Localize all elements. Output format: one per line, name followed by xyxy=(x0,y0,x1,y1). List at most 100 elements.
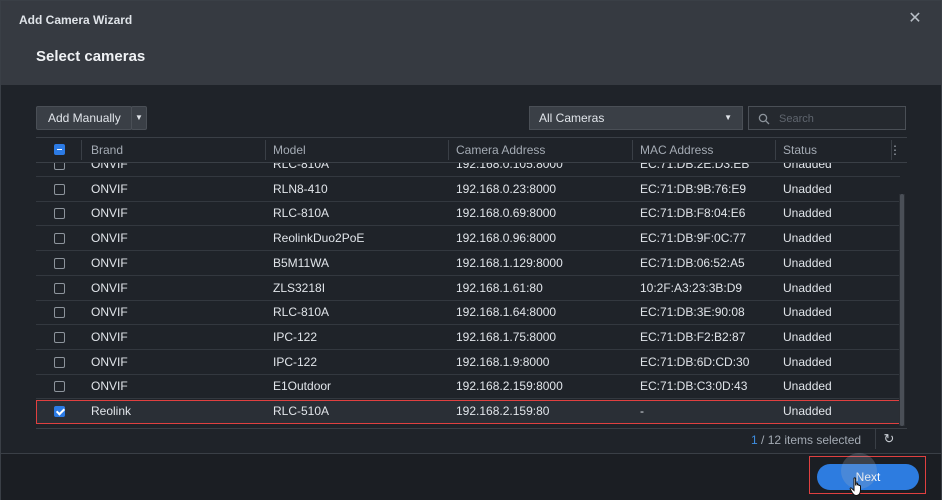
cell-brand: ONVIF xyxy=(91,280,128,295)
cell-camera-address: 192.168.1.61:80 xyxy=(456,280,543,295)
cell-mac-address: EC:71:DB:3E:90:08 xyxy=(640,305,745,320)
table-header: Brand Model Camera Address MAC Address S… xyxy=(36,138,907,163)
cell-status: Unadded xyxy=(783,305,832,320)
selected-count-number: 1 xyxy=(751,433,758,447)
column-divider xyxy=(265,140,266,160)
cell-mac-address: - xyxy=(640,404,644,418)
cell-camera-address: 192.168.2.159:8000 xyxy=(456,379,563,394)
select-all-checkbox[interactable] xyxy=(54,144,65,155)
cell-model: ZLS3218I xyxy=(273,280,326,295)
cell-model: B5M11WA xyxy=(273,255,330,270)
cell-model: RLN8-410 xyxy=(273,181,328,196)
column-header-brand[interactable]: Brand xyxy=(91,138,123,162)
selection-count: 1 / 12 items selected xyxy=(751,433,861,447)
table-row[interactable]: ONVIF RLC-810A 192.168.1.64:8000 EC:71:DB:3… xyxy=(36,301,900,326)
close-icon[interactable]: ✕ xyxy=(907,9,923,29)
cell-model: RLC-810A xyxy=(273,305,330,320)
row-checkbox[interactable] xyxy=(54,208,65,220)
table-footer-divider xyxy=(36,428,907,429)
dialog-footer xyxy=(1,453,941,500)
table-row[interactable]: ONVIF IPC-122 192.168.1.75:8000 EC:71:DB:F2… xyxy=(36,326,900,350)
column-header-model[interactable]: Model xyxy=(273,138,306,162)
cell-brand: ONVIF xyxy=(91,206,128,221)
table-row[interactable]: ONVIF B5M11WA 192.168.1.129:8000 EC:71:DB:0… xyxy=(36,252,900,276)
table-row[interactable]: ONVIF RLC-810A 192.168.0.69:8000 EC:71:DB:F… xyxy=(36,202,900,227)
cell-camera-address: 192.168.1.75:8000 xyxy=(456,329,557,344)
cell-mac-address: EC:71:DB:C3:0D:43 xyxy=(640,379,748,394)
cell-model: RLC-810A xyxy=(273,206,330,221)
search-field[interactable] xyxy=(748,106,906,130)
camera-filter-select[interactable]: All Cameras ▼ xyxy=(529,106,743,130)
cell-mac-address: EC:71:DB:9B:76:E9 xyxy=(640,181,747,196)
cell-brand: ONVIF xyxy=(91,181,128,196)
cell-mac-address: EC:71:DB:F8:04:E6 xyxy=(640,206,746,221)
refresh-icon[interactable]: ↻ xyxy=(875,429,902,449)
table-scrollbar-thumb[interactable] xyxy=(900,194,904,426)
column-header-camera-address[interactable]: Camera Address xyxy=(456,138,545,162)
row-checkbox[interactable] xyxy=(54,307,65,319)
wizard-title: Add Camera Wizard xyxy=(19,13,133,27)
row-checkbox[interactable] xyxy=(54,331,65,343)
selected-count-suffix: / 12 items selected xyxy=(757,433,862,447)
cell-camera-address: 192.168.1.64:8000 xyxy=(456,305,557,320)
table-row[interactable]: ONVIF IPC-122 192.168.1.9:8000 EC:71:DB:6D:… xyxy=(36,351,900,375)
cell-mac-address: EC:71:DB:6D:CD:30 xyxy=(640,354,750,369)
cell-status: Unadded xyxy=(783,404,832,418)
row-checkbox[interactable] xyxy=(54,282,65,294)
cell-camera-address: 192.168.0.69:8000 xyxy=(456,206,557,221)
table-row[interactable]: ONVIF E1Outdoor 192.168.2.159:8000 EC:71:DB… xyxy=(36,375,900,400)
cell-camera-address: 192.168.1.129:8000 xyxy=(456,255,563,270)
cell-status: Unadded xyxy=(783,379,832,394)
column-header-status[interactable]: Status xyxy=(783,138,817,162)
cell-brand: ONVIF xyxy=(91,354,128,369)
caret-down-icon: ▼ xyxy=(135,113,143,122)
cell-camera-address: 192.168.1.9:8000 xyxy=(456,354,550,369)
cell-status: Unadded xyxy=(783,329,832,344)
table-row[interactable]: ONVIF ZLS3218I 192.168.1.61:80 10:2F:A3:23:… xyxy=(36,277,900,301)
cell-model: E1Outdoor xyxy=(273,379,332,394)
table-row[interactable]: ONVIF RLN8-410 192.168.0.23:8000 EC:71:DB:9… xyxy=(36,178,900,202)
cell-mac-address: EC:71:DB:F2:B2:87 xyxy=(640,329,746,344)
row-checkbox[interactable] xyxy=(54,381,65,393)
cell-brand: ONVIF xyxy=(91,255,128,270)
cell-status: Unadded xyxy=(783,255,832,270)
cell-mac-address: EC:71:DB:9F:0C:77 xyxy=(640,231,747,246)
camera-table: ONVIF RLC-810A 192.168.0.105:8000 EC:71:DB:… xyxy=(36,137,907,428)
add-manually-dropdown-caret[interactable]: ▼ xyxy=(131,106,147,130)
cell-brand: ONVIF xyxy=(91,231,128,246)
step-title: Select cameras xyxy=(36,48,146,65)
column-divider xyxy=(448,140,449,160)
row-checkbox[interactable] xyxy=(54,183,65,195)
cell-brand: ONVIF xyxy=(91,379,128,394)
cell-model: IPC-122 xyxy=(273,354,318,369)
column-divider xyxy=(81,140,82,160)
cell-model: IPC-122 xyxy=(273,329,318,344)
column-header-mac-address[interactable]: MAC Address xyxy=(640,138,713,162)
cell-brand: ONVIF xyxy=(91,329,128,344)
dialog-header: Add Camera Wizard ✕ Select cameras xyxy=(1,1,941,85)
cell-camera-address: 192.168.0.23:8000 xyxy=(456,181,557,196)
row-checkbox[interactable] xyxy=(54,233,65,245)
cell-brand: Reolink xyxy=(91,404,132,418)
row-checkbox[interactable] xyxy=(54,406,65,417)
cell-mac-address: 10:2F:A3:23:3B:D9 xyxy=(640,280,743,295)
cell-camera-address: 192.168.2.159:80 xyxy=(456,404,550,418)
add-camera-wizard-dialog: Add Camera Wizard ✕ Select cameras Add M… xyxy=(0,0,942,500)
cell-status: Unadded xyxy=(783,354,832,369)
hand-pointer-icon xyxy=(849,477,861,497)
cell-camera-address: 192.168.0.96:8000 xyxy=(456,231,557,246)
cell-status: Unadded xyxy=(783,280,832,295)
cell-status: Unadded xyxy=(783,231,832,246)
cell-brand: ONVIF xyxy=(91,305,128,320)
add-manually-button[interactable]: Add Manually xyxy=(36,106,132,130)
search-input[interactable] xyxy=(777,110,901,128)
row-checkbox[interactable] xyxy=(54,257,65,269)
search-icon xyxy=(758,113,770,125)
column-menu-icon[interactable]: ⋮ xyxy=(889,138,901,162)
cell-status: Unadded xyxy=(783,181,832,196)
cell-status: Unadded xyxy=(783,206,832,221)
cell-mac-address: EC:71:DB:06:52:A5 xyxy=(640,255,745,270)
table-row[interactable]: Reolink RLC-510A 192.168.2.159:80 - Unadded xyxy=(36,400,900,424)
row-checkbox[interactable] xyxy=(54,356,65,368)
table-row[interactable]: ONVIF ReolinkDuo2PoE 192.168.0.96:8000 EC:7… xyxy=(36,227,900,252)
